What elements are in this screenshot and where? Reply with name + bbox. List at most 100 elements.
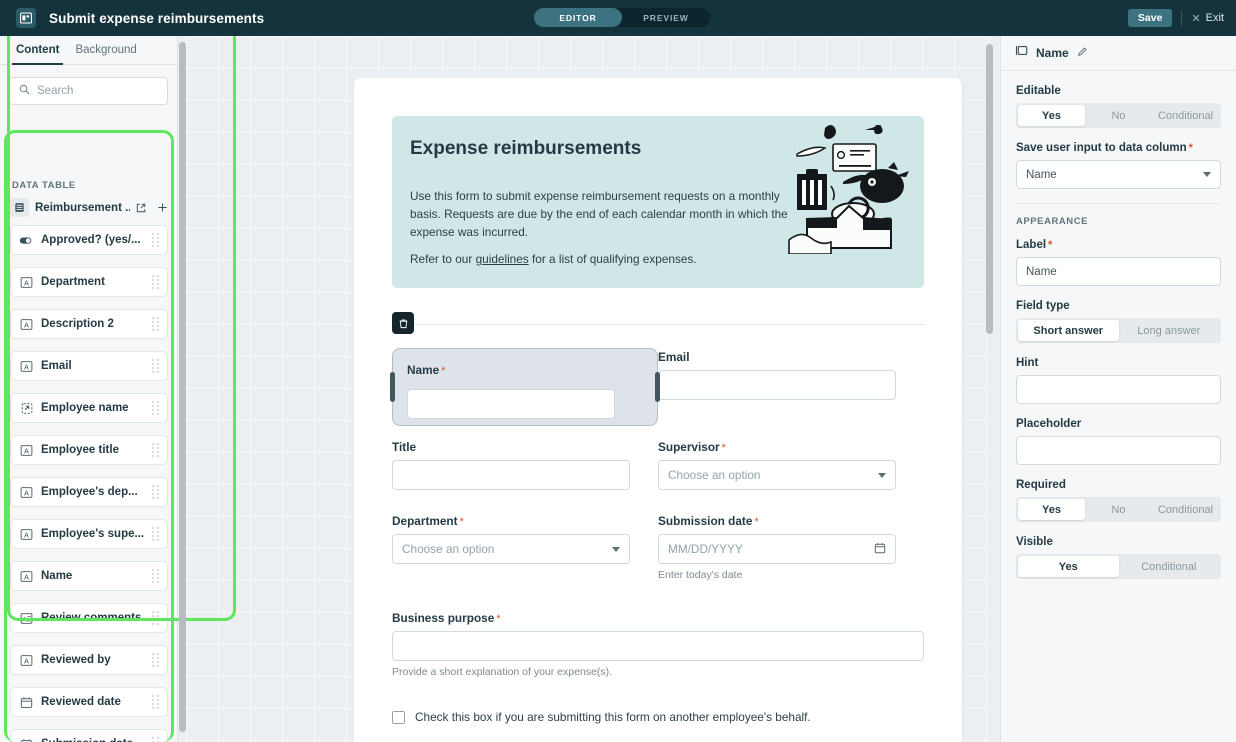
plus-icon[interactable]	[157, 202, 168, 213]
svg-text:A: A	[24, 280, 29, 287]
toolbar-divider	[1181, 10, 1183, 26]
data-column-item[interactable]: A Employee title	[10, 435, 168, 465]
mode-switch: EDITOR PREVIEW	[534, 8, 710, 27]
drag-handle-icon[interactable]	[151, 400, 161, 416]
search-input[interactable]	[37, 85, 158, 97]
data-column-item[interactable]: A Department	[10, 267, 168, 297]
text-column-icon: A	[19, 569, 33, 583]
trash-icon[interactable]	[392, 312, 414, 334]
data-column-item[interactable]: Approved? (yes/...	[10, 225, 168, 255]
required-marker: *	[721, 442, 726, 454]
data-column-item[interactable]: A Review comments	[10, 603, 168, 633]
required-option-conditional[interactable]: Conditional	[1152, 499, 1219, 520]
data-column-item[interactable]: Employee name	[10, 393, 168, 423]
resize-handle-left[interactable]	[390, 372, 395, 402]
drag-handle-icon[interactable]	[151, 358, 161, 374]
data-column-item[interactable]: A Name	[10, 561, 168, 591]
data-column-item[interactable]: A Employee's supe...	[10, 519, 168, 549]
canvas-scrollbar[interactable]	[986, 44, 993, 334]
field-type-label: Field type	[1016, 300, 1070, 312]
field-type-option-short[interactable]: Short answer	[1018, 320, 1119, 341]
pencil-icon[interactable]	[1077, 44, 1088, 62]
save-button[interactable]: Save	[1127, 9, 1173, 27]
tab-content[interactable]: Content	[8, 36, 67, 65]
data-column-label: Employee's dep...	[41, 486, 138, 498]
field-toolbar-row	[392, 312, 924, 334]
sidebar-scrollbar[interactable]	[179, 42, 186, 732]
drag-handle-icon[interactable]	[151, 274, 161, 290]
data-column-item[interactable]: A Email	[10, 351, 168, 381]
email-field: Email	[658, 334, 896, 426]
required-label: Required	[1016, 479, 1066, 491]
editable-option-no[interactable]: No	[1085, 105, 1152, 126]
required-option-no[interactable]: No	[1085, 499, 1152, 520]
panel-divider	[1016, 203, 1221, 204]
calendar-icon[interactable]	[874, 542, 886, 557]
email-input[interactable]	[658, 370, 896, 400]
data-column-item[interactable]: Reviewed date	[10, 687, 168, 717]
supervisor-select[interactable]: Choose an option	[658, 460, 896, 490]
placeholder-input[interactable]	[1016, 436, 1221, 465]
mode-editor[interactable]: EDITOR	[534, 8, 622, 27]
visible-option-yes[interactable]: Yes	[1018, 556, 1119, 577]
guidelines-link[interactable]: guidelines	[476, 252, 529, 266]
behalf-checkbox[interactable]	[392, 710, 405, 724]
drag-handle-icon[interactable]	[151, 694, 161, 710]
selected-field-wrapper[interactable]: Name *	[390, 348, 660, 426]
data-column-label: Department	[41, 276, 105, 288]
required-marker: *	[441, 365, 446, 377]
search-icon	[19, 82, 30, 100]
hero-body: Use this form to submit expense reimburs…	[410, 189, 788, 239]
department-select[interactable]: Choose an option	[392, 534, 630, 564]
editable-option-conditional[interactable]: Conditional	[1152, 105, 1219, 126]
mode-preview[interactable]: PREVIEW	[622, 8, 710, 27]
required-option-yes[interactable]: Yes	[1018, 499, 1085, 520]
tab-background[interactable]: Background	[67, 36, 144, 64]
data-column-label: Employee's supe...	[41, 528, 145, 540]
data-table-header-row[interactable]: Reimbursement ...	[0, 191, 177, 221]
data-column-item[interactable]: Submission date	[10, 729, 168, 742]
title-field: Title	[392, 438, 630, 490]
drag-handle-icon[interactable]	[151, 316, 161, 332]
drag-handle-icon[interactable]	[151, 736, 161, 742]
resize-handle-right[interactable]	[655, 372, 660, 402]
submission-date-input[interactable]: MM/DD/YYYY	[658, 534, 896, 564]
top-bar: Submit expense reimbursements EDITOR PRE…	[0, 0, 1236, 36]
app-grid-icon[interactable]	[16, 8, 36, 28]
hero-refer: Refer to our guidelines for a list of qu…	[410, 252, 697, 266]
appearance-section-label: APPEARANCE	[1016, 216, 1089, 227]
drag-handle-icon[interactable]	[151, 484, 161, 500]
data-column-item[interactable]: A Reviewed by	[10, 645, 168, 675]
supervisor-field-label: Supervisor	[658, 440, 720, 454]
external-link-icon[interactable]	[136, 203, 146, 213]
visible-option-conditional[interactable]: Conditional	[1119, 556, 1220, 577]
data-column-item[interactable]: A Employee's dep...	[10, 477, 168, 507]
drag-handle-icon[interactable]	[151, 610, 161, 626]
data-column-item[interactable]: A Description 2	[10, 309, 168, 339]
title-input[interactable]	[392, 460, 630, 490]
behalf-checkbox-label: Check this box if you are submitting thi…	[415, 710, 811, 724]
department-field-label: Department	[392, 514, 458, 528]
text-column-icon: A	[19, 317, 33, 331]
field-type-option-long[interactable]: Long answer	[1119, 320, 1220, 341]
drag-handle-icon[interactable]	[151, 568, 161, 584]
submission-date-label: Submission date	[658, 514, 753, 528]
name-field-label: Name	[407, 363, 440, 377]
search-wrapper	[0, 65, 177, 105]
exit-button[interactable]: ✕ Exit	[1191, 12, 1224, 25]
drag-handle-icon[interactable]	[151, 442, 161, 458]
properties-title: Name	[1036, 46, 1069, 60]
data-column-select[interactable]: Name	[1016, 160, 1221, 189]
data-column-label: Name	[41, 570, 73, 582]
form-fields: Name * Email Title Supervisor * Choose a…	[354, 288, 962, 678]
label-field-input[interactable]: Name	[1016, 257, 1221, 286]
data-table-section-label: DATA TABLE	[12, 180, 76, 191]
business-purpose-input[interactable]	[392, 631, 924, 661]
hint-input[interactable]	[1016, 375, 1221, 404]
drag-handle-icon[interactable]	[151, 526, 161, 542]
drag-handle-icon[interactable]	[151, 652, 161, 668]
name-input[interactable]	[407, 389, 615, 419]
search-box[interactable]	[9, 77, 168, 105]
editable-option-yes[interactable]: Yes	[1018, 105, 1085, 126]
drag-handle-icon[interactable]	[151, 232, 161, 248]
